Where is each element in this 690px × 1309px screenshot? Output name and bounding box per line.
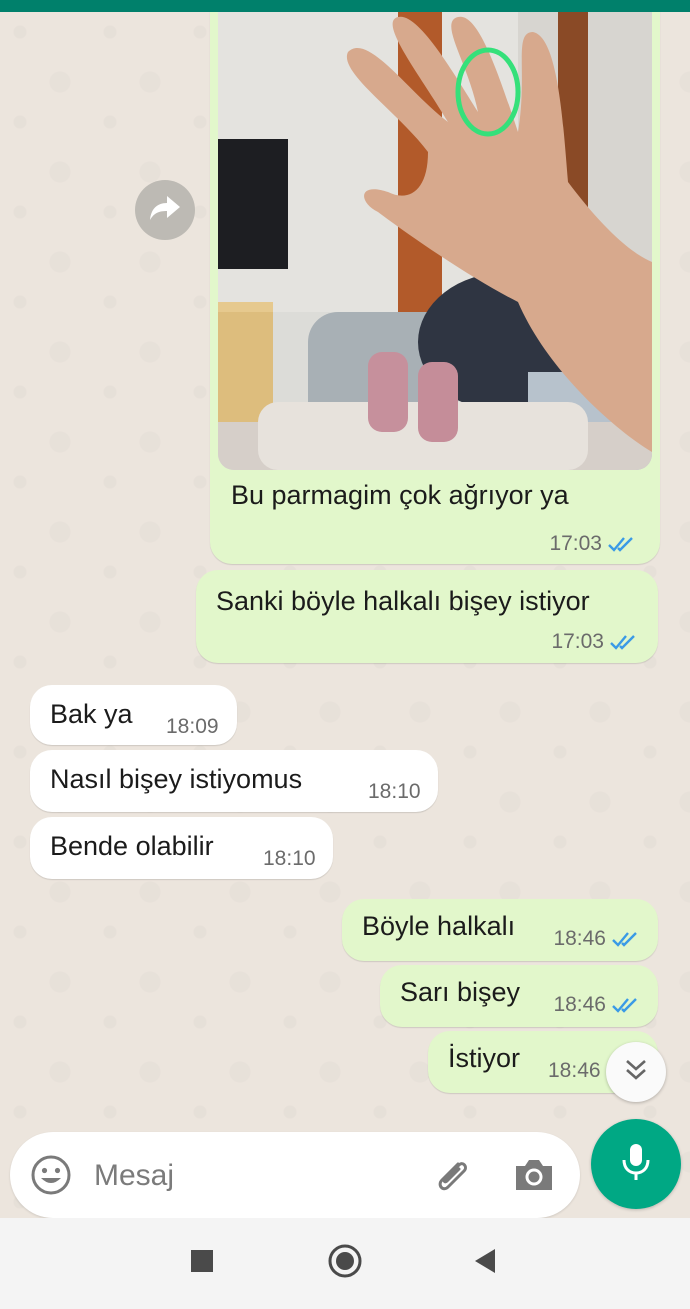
app-header-strip bbox=[0, 0, 690, 12]
message-time: 18:10 bbox=[368, 780, 421, 803]
back-button[interactable] bbox=[445, 1218, 525, 1309]
message-time: 18:46 bbox=[553, 927, 606, 950]
message-bubble-incoming[interactable]: Bak ya 18:09 bbox=[30, 685, 237, 745]
forward-arrow-icon bbox=[149, 195, 181, 226]
microphone-icon bbox=[620, 1142, 652, 1187]
double-check-icon bbox=[608, 535, 638, 553]
message-time: 17:03 bbox=[549, 532, 602, 555]
message-text: İstiyor bbox=[448, 1043, 521, 1073]
message-meta: 17:03 bbox=[551, 630, 640, 654]
message-bubble-outgoing[interactable]: Sarı bişey 18:46 bbox=[380, 965, 658, 1027]
message-bubble-incoming[interactable]: Nasıl bişey istiyomus 18:10 bbox=[30, 750, 438, 812]
square-icon bbox=[190, 1249, 214, 1278]
message-time: 18:09 bbox=[166, 715, 219, 738]
message-input[interactable] bbox=[92, 1152, 416, 1200]
recents-button[interactable] bbox=[162, 1218, 242, 1309]
double-check-icon bbox=[612, 930, 642, 948]
message-bubble-outgoing[interactable]: Sanki böyle halkalı bişey istiyor 17:03 bbox=[196, 570, 658, 663]
message-text: Böyle halkalı bbox=[362, 911, 516, 941]
circle-icon bbox=[327, 1243, 363, 1284]
paperclip-icon[interactable] bbox=[428, 1152, 476, 1200]
message-composer bbox=[10, 1132, 580, 1218]
home-button[interactable] bbox=[305, 1218, 385, 1309]
camera-icon[interactable] bbox=[512, 1154, 556, 1196]
back-triangle-icon bbox=[473, 1248, 497, 1279]
message-meta: 18:46 bbox=[553, 993, 642, 1017]
message-bubble-outgoing[interactable]: Böyle halkalı 18:46 bbox=[342, 899, 658, 961]
message-bubble-incoming[interactable]: Bende olabilir 18:10 bbox=[30, 817, 333, 879]
double-check-icon bbox=[612, 996, 642, 1014]
message-text: Sarı bişey bbox=[400, 977, 521, 1007]
message-time: 17:03 bbox=[551, 630, 604, 653]
scroll-to-bottom-button[interactable] bbox=[606, 1042, 666, 1102]
message-time: 18:10 bbox=[263, 847, 316, 870]
chat-area[interactable]: Bu parmagim çok ağrıyor ya 17:03 Sanki b… bbox=[0, 12, 690, 1218]
system-navigation-bar bbox=[0, 1218, 690, 1309]
message-time: 18:46 bbox=[553, 993, 606, 1016]
message-image-bubble[interactable]: Bu parmagim çok ağrıyor ya 17:03 bbox=[210, 12, 660, 564]
forward-button[interactable] bbox=[135, 180, 195, 240]
photo-image bbox=[218, 12, 652, 470]
double-chevron-down-icon bbox=[623, 1058, 649, 1087]
message-meta: 17:03 bbox=[549, 532, 638, 556]
message-text: Nasıl bişey istiyomus bbox=[50, 764, 303, 794]
message-photo[interactable] bbox=[218, 12, 652, 470]
message-caption: Bu parmagim çok ağrıyor ya bbox=[231, 480, 569, 510]
message-text: Sanki böyle halkalı bişey istiyor bbox=[216, 586, 590, 616]
emoji-icon[interactable] bbox=[30, 1154, 72, 1196]
message-text: Bak ya bbox=[50, 699, 133, 729]
message-meta: 18:46 bbox=[553, 927, 642, 951]
message-time: 18:46 bbox=[548, 1059, 601, 1082]
double-check-icon bbox=[610, 633, 640, 651]
voice-message-button[interactable] bbox=[591, 1119, 681, 1209]
message-text: Bende olabilir bbox=[50, 831, 214, 861]
